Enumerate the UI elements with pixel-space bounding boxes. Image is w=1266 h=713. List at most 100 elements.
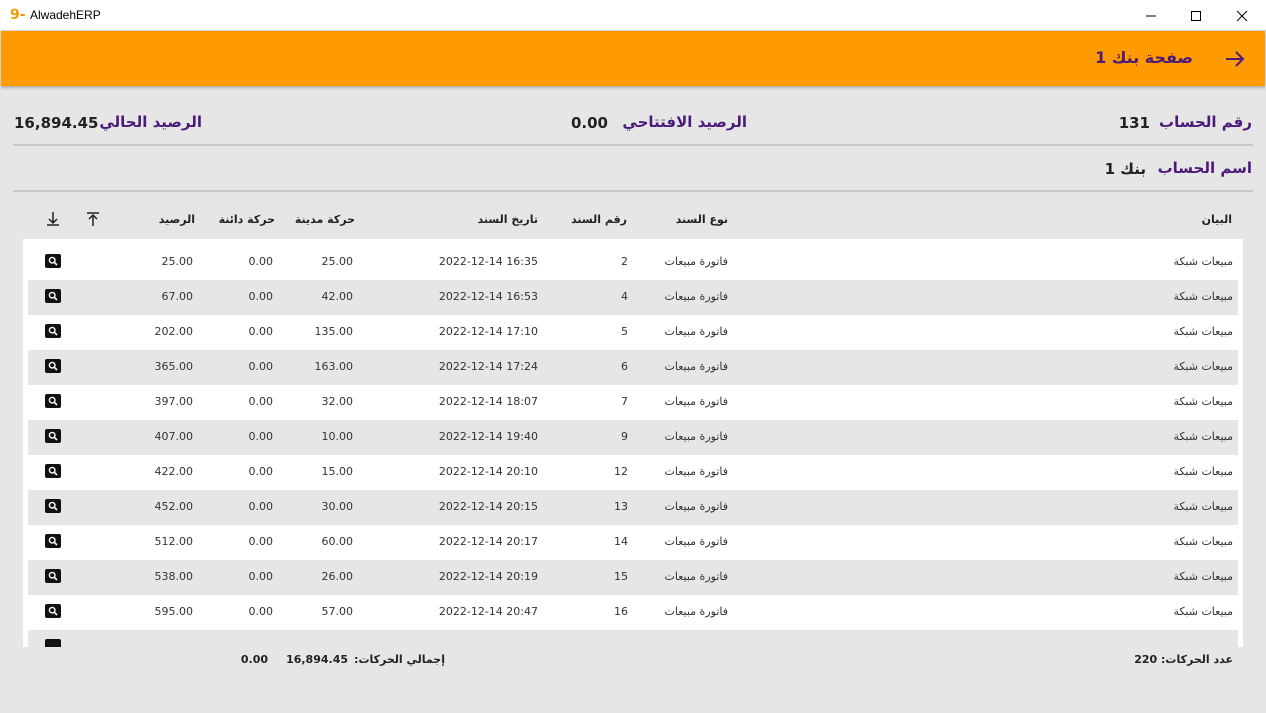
cell-credit: 0.00 <box>248 255 274 268</box>
cell-voucher-type: فاتورة مبيعات <box>664 255 728 268</box>
cell-voucher-date: 2022-12-14 20:19 <box>438 570 538 583</box>
cell-voucher-type: فاتورة مبيعات <box>664 605 728 618</box>
cell-debit: 57.00 <box>321 605 354 618</box>
cell-statement: مبيعات شبكة <box>1173 430 1233 443</box>
col-voucher-number[interactable]: رقم السند <box>571 213 627 226</box>
view-voucher-button[interactable] <box>45 254 61 268</box>
col-statement[interactable]: البيان <box>1202 213 1232 226</box>
table-row[interactable]: مبيعات شبكة فاتورة مبيعات 2 2022-12-14 16:3… <box>28 245 1238 280</box>
cell-voucher-number: 4 <box>621 290 628 303</box>
cell-voucher-date: 2022-12-14 19:40 <box>438 430 538 443</box>
search-icon <box>48 396 58 406</box>
col-debit[interactable]: حركة مدينة <box>295 213 355 226</box>
cell-voucher-number: 14 <box>614 535 628 548</box>
cell-debit: 163.00 <box>314 360 354 373</box>
cell-statement: مبيعات شبكة <box>1173 255 1233 268</box>
search-icon <box>48 291 58 301</box>
col-balance[interactable]: الرصيد <box>159 213 195 226</box>
transactions-table[interactable]: مبيعات شبكة فاتورة مبيعات 2 2022-12-14 16:3… <box>23 239 1243 647</box>
cell-voucher-type: فاتورة مبيعات <box>664 535 728 548</box>
cell-statement: مبيعات شبكة <box>1173 605 1233 618</box>
page-title: صفحة بنك 1 <box>1095 48 1193 67</box>
cell-voucher-number: 15 <box>614 570 628 583</box>
view-voucher-button[interactable] <box>45 324 61 338</box>
view-voucher-button[interactable] <box>45 394 61 408</box>
search-icon <box>48 361 58 371</box>
table-row[interactable]: مبيعات شبكة فاتورة مبيعات 12 2022-12-14 20:… <box>28 455 1238 490</box>
table-row[interactable]: مبيعات شبكة فاتورة مبيعات 14 2022-12-14 20:… <box>28 525 1238 560</box>
cell-debit: 30.00 <box>321 500 354 513</box>
cell-debit: 25.00 <box>321 255 354 268</box>
view-voucher-button[interactable] <box>45 534 61 548</box>
view-voucher-button[interactable] <box>45 464 61 478</box>
divider <box>13 144 1253 146</box>
arrow-right-icon <box>1226 51 1245 67</box>
back-button[interactable] <box>1223 47 1247 71</box>
import-button[interactable] <box>44 210 62 228</box>
table-row[interactable]: مبيعات شبكة فاتورة مبيعات 6 2022-12-14 17:2… <box>28 350 1238 385</box>
cell-debit: 32.00 <box>321 395 354 408</box>
account-number-value: 131 <box>1118 114 1150 132</box>
cell-balance: 407.00 <box>154 430 194 443</box>
cell-voucher-date: 2022-12-14 17:10 <box>438 325 538 338</box>
cell-balance: 422.00 <box>154 465 194 478</box>
cell-debit: 42.00 <box>321 290 354 303</box>
cell-balance: 538.00 <box>154 570 194 583</box>
minimize-button[interactable] <box>1128 0 1174 31</box>
table-row[interactable]: مبيعات شبكة فاتورة مبيعات 5 2022-12-14 17:1… <box>28 315 1238 350</box>
page-header: صفحة بنك 1 <box>1 31 1265 86</box>
search-icon <box>48 466 58 476</box>
cell-voucher-number: 6 <box>621 360 628 373</box>
view-voucher-button[interactable] <box>45 569 61 583</box>
maximize-button[interactable] <box>1173 0 1219 31</box>
cell-debit: 15.00 <box>321 465 354 478</box>
cell-voucher-number: 2 <box>621 255 628 268</box>
table-row[interactable]: مبيعات شبكة فاتورة مبيعات 13 2022-12-14 20:… <box>28 490 1238 525</box>
cell-voucher-number: 7 <box>621 395 628 408</box>
search-icon <box>48 326 58 336</box>
col-voucher-date[interactable]: تاريخ السند <box>478 213 538 226</box>
export-button[interactable] <box>84 210 102 228</box>
app-logo-icon: 9- <box>10 7 26 23</box>
cell-credit: 0.00 <box>248 500 274 513</box>
cell-voucher-date: 2022-12-14 20:17 <box>438 535 538 548</box>
table-row[interactable] <box>28 630 1238 647</box>
cell-statement: مبيعات شبكة <box>1173 535 1233 548</box>
window-title: AlwadehERP <box>30 8 101 22</box>
cell-voucher-number: 13 <box>614 500 628 513</box>
col-credit[interactable]: حركة دائنة <box>219 213 275 226</box>
cell-statement: مبيعات شبكة <box>1173 290 1233 303</box>
col-voucher-type[interactable]: نوع السند <box>676 213 728 226</box>
view-voucher-button[interactable] <box>45 289 61 303</box>
search-icon <box>48 256 58 266</box>
transactions-count: عدد الحركات: 220 <box>1134 653 1233 666</box>
table-row[interactable]: مبيعات شبكة فاتورة مبيعات 7 2022-12-14 18:0… <box>28 385 1238 420</box>
download-icon <box>47 212 59 226</box>
search-icon <box>48 536 58 546</box>
table-row[interactable]: مبيعات شبكة فاتورة مبيعات 16 2022-12-14 20:… <box>28 595 1238 630</box>
cell-voucher-date: 2022-12-14 16:35 <box>438 255 538 268</box>
opening-balance-label: الرصيد الافتتاحي <box>622 113 747 131</box>
cell-voucher-type: فاتورة مبيعات <box>664 360 728 373</box>
cell-balance: 512.00 <box>154 535 194 548</box>
view-voucher-button[interactable] <box>45 429 61 443</box>
view-voucher-button[interactable] <box>45 639 61 647</box>
cell-credit: 0.00 <box>248 325 274 338</box>
cell-voucher-number: 12 <box>614 465 628 478</box>
view-voucher-button[interactable] <box>45 604 61 618</box>
close-button[interactable] <box>1219 0 1265 31</box>
cell-voucher-date: 2022-12-14 20:15 <box>438 500 538 513</box>
cell-voucher-date: 2022-12-14 16:53 <box>438 290 538 303</box>
cell-credit: 0.00 <box>248 290 274 303</box>
cell-statement: مبيعات شبكة <box>1173 395 1233 408</box>
cell-statement: مبيعات شبكة <box>1173 325 1233 338</box>
view-voucher-button[interactable] <box>45 499 61 513</box>
table-row[interactable]: مبيعات شبكة فاتورة مبيعات 9 2022-12-14 19:4… <box>28 420 1238 455</box>
total-credit: 0.00 <box>240 653 268 666</box>
cell-voucher-number: 9 <box>621 430 628 443</box>
view-voucher-button[interactable] <box>45 359 61 373</box>
table-row[interactable]: مبيعات شبكة فاتورة مبيعات 15 2022-12-14 20:… <box>28 560 1238 595</box>
divider <box>13 190 1253 192</box>
table-row[interactable]: مبيعات شبكة فاتورة مبيعات 4 2022-12-14 16:5… <box>28 280 1238 315</box>
cell-statement: مبيعات شبكة <box>1173 500 1233 513</box>
